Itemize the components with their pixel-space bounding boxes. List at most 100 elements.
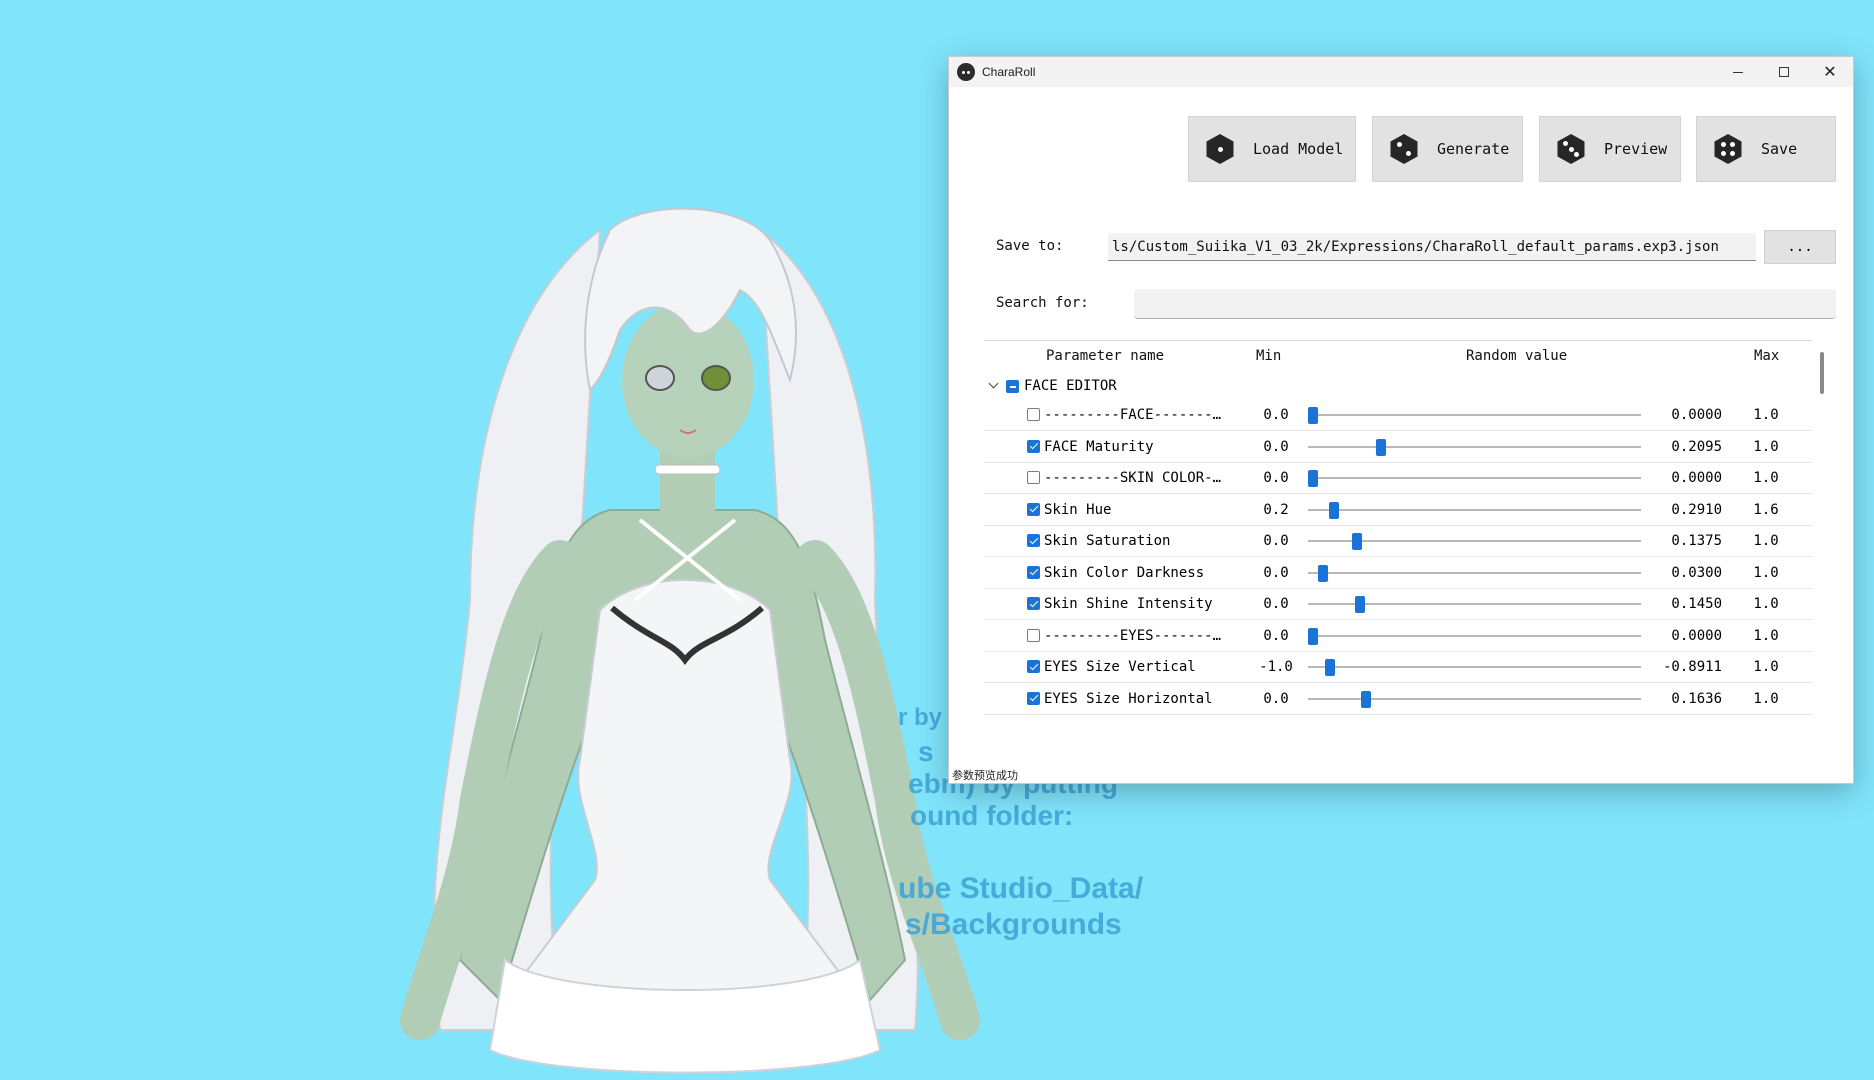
parameter-max[interactable]: 1.0 bbox=[1740, 470, 1792, 486]
parameter-max[interactable]: 1.0 bbox=[1740, 596, 1792, 612]
generate-button[interactable]: Generate bbox=[1372, 116, 1523, 182]
parameter-name: Skin Color Darkness bbox=[1044, 564, 1205, 581]
parameter-row[interactable]: EYES Size Vertical -1.0 -0.8911 1.0 bbox=[984, 652, 1812, 683]
search-label: Search for: bbox=[996, 295, 1089, 311]
random-value-slider-thumb[interactable] bbox=[1360, 690, 1371, 708]
parameter-checkbox[interactable] bbox=[1027, 408, 1040, 421]
parameter-row[interactable]: Skin Color Darkness 0.0 0.0300 1.0 bbox=[984, 558, 1812, 589]
parameter-max[interactable]: 1.0 bbox=[1740, 691, 1792, 707]
random-value-slider-track[interactable] bbox=[1308, 508, 1641, 511]
parameter-max[interactable]: 1.0 bbox=[1740, 659, 1792, 675]
browse-button[interactable]: ... bbox=[1764, 230, 1836, 264]
random-value-slider-thumb[interactable] bbox=[1317, 564, 1328, 582]
random-value-slider-track[interactable] bbox=[1308, 634, 1641, 637]
parameter-max[interactable]: 1.6 bbox=[1740, 502, 1792, 518]
parameter-row[interactable]: EYES Size Horizontal 0.0 0.1636 1.0 bbox=[984, 684, 1812, 715]
maximize-button[interactable] bbox=[1761, 57, 1807, 87]
background-hint-line: r by bbox=[898, 704, 943, 731]
random-value-slider-track[interactable] bbox=[1308, 414, 1641, 416]
random-value-slider-thumb[interactable] bbox=[1375, 438, 1386, 456]
status-text: 参数预览成功 bbox=[952, 769, 1018, 782]
parameter-min[interactable]: 0.2 bbox=[1248, 502, 1304, 518]
parameter-name: EYES Size Horizontal bbox=[1044, 690, 1213, 707]
parameter-row[interactable]: ---------FACE------------ 0.0 0.0000 1.0 bbox=[984, 400, 1812, 431]
random-value-slider-track[interactable] bbox=[1308, 666, 1641, 668]
parameter-random-value: 0.2095 bbox=[1671, 438, 1722, 455]
parameter-name: ---------SKIN COLOR------ bbox=[1044, 470, 1224, 486]
parameter-max[interactable]: 1.0 bbox=[1740, 407, 1792, 423]
random-value-slider-track[interactable] bbox=[1308, 571, 1641, 574]
parameter-checkbox[interactable] bbox=[1027, 534, 1040, 547]
parameter-min[interactable]: -1.0 bbox=[1248, 659, 1304, 675]
parameter-max[interactable]: 1.0 bbox=[1740, 628, 1792, 644]
random-value-slider-thumb[interactable] bbox=[1352, 533, 1363, 550]
parameter-min[interactable]: 0.0 bbox=[1248, 691, 1304, 707]
random-value-slider-thumb[interactable] bbox=[1308, 470, 1318, 487]
random-value-slider-thumb[interactable] bbox=[1354, 596, 1365, 613]
dice-four-icon bbox=[1714, 134, 1742, 164]
header-random-value[interactable]: Random value bbox=[1466, 348, 1567, 364]
parameter-name: Skin Hue bbox=[1044, 501, 1112, 518]
group-label: FACE EDITOR bbox=[1024, 378, 1117, 394]
parameter-name: Skin Shine Intensity bbox=[1044, 596, 1213, 612]
header-parameter-name[interactable]: Parameter name bbox=[1046, 348, 1164, 364]
header-min[interactable]: Min bbox=[1256, 348, 1281, 364]
parameter-checkbox[interactable] bbox=[1027, 660, 1040, 673]
parameter-checkbox[interactable] bbox=[1027, 439, 1040, 453]
maximize-icon bbox=[1779, 67, 1789, 77]
random-value-slider-thumb[interactable] bbox=[1308, 407, 1318, 424]
parameter-random-value: 0.0000 bbox=[1671, 470, 1722, 486]
group-checkbox[interactable] bbox=[1006, 380, 1019, 393]
dice-one-icon bbox=[1206, 134, 1234, 164]
random-value-slider-thumb[interactable] bbox=[1308, 627, 1318, 645]
save-to-label: Save to: bbox=[996, 238, 1064, 254]
parameter-checkbox[interactable] bbox=[1027, 597, 1040, 610]
parameter-min[interactable]: 0.0 bbox=[1248, 565, 1304, 581]
parameter-name: ---------FACE------------ bbox=[1044, 407, 1224, 423]
parameter-row[interactable]: ---------SKIN COLOR------ 0.0 0.0000 1.0 bbox=[984, 463, 1812, 494]
parameter-checkbox[interactable] bbox=[1027, 565, 1040, 579]
save-button[interactable]: Save bbox=[1696, 116, 1836, 182]
parameter-min[interactable]: 0.0 bbox=[1248, 439, 1304, 455]
save-path-field[interactable]: ls/Custom_Suiika_V1_03_2k/Expressions/Ch… bbox=[1108, 233, 1756, 261]
title-bar[interactable]: CharaRoll ✕ bbox=[949, 57, 1853, 87]
preview-button[interactable]: Preview bbox=[1539, 116, 1681, 182]
header-max[interactable]: Max bbox=[1754, 348, 1779, 364]
random-value-slider-thumb[interactable] bbox=[1328, 501, 1339, 519]
random-value-slider-track[interactable] bbox=[1308, 477, 1641, 479]
parameter-max[interactable]: 1.0 bbox=[1740, 439, 1792, 455]
close-icon: ✕ bbox=[1823, 62, 1837, 81]
random-value-slider-track[interactable] bbox=[1308, 697, 1641, 700]
parameter-row[interactable]: FACE Maturity 0.0 0.2095 1.0 bbox=[984, 432, 1812, 463]
tree-scrollbar[interactable] bbox=[1820, 352, 1824, 394]
search-input[interactable] bbox=[1134, 289, 1836, 319]
parameter-checkbox[interactable] bbox=[1027, 691, 1040, 705]
parameter-min[interactable]: 0.0 bbox=[1248, 407, 1304, 423]
parameter-min[interactable]: 0.0 bbox=[1248, 470, 1304, 486]
random-value-slider-thumb[interactable] bbox=[1325, 659, 1336, 676]
chevron-down-icon[interactable] bbox=[988, 378, 999, 389]
load-model-button[interactable]: Load Model bbox=[1188, 116, 1356, 182]
parameter-max[interactable]: 1.0 bbox=[1740, 565, 1792, 581]
parameter-max[interactable]: 1.0 bbox=[1740, 533, 1792, 549]
parameter-row[interactable]: Skin Shine Intensity 0.0 0.1450 1.0 bbox=[984, 589, 1812, 620]
parameter-name: EYES Size Vertical bbox=[1044, 659, 1196, 675]
parameter-min[interactable]: 0.0 bbox=[1248, 628, 1304, 644]
parameter-row[interactable]: ---------EYES------------ 0.0 0.0000 1.0 bbox=[984, 621, 1812, 652]
parameter-checkbox[interactable] bbox=[1027, 471, 1040, 484]
random-value-slider-track[interactable] bbox=[1308, 445, 1641, 448]
parameter-row[interactable]: Skin Saturation 0.0 0.1375 1.0 bbox=[984, 526, 1812, 557]
close-button[interactable]: ✕ bbox=[1807, 57, 1853, 87]
minimize-button[interactable] bbox=[1715, 57, 1761, 87]
background-hint-line: ube Studio_Data/ bbox=[898, 872, 1144, 905]
parameter-checkbox[interactable] bbox=[1027, 502, 1040, 516]
parameter-row[interactable]: Skin Hue 0.2 0.2910 1.6 bbox=[984, 495, 1812, 526]
parameter-random-value: 0.1636 bbox=[1671, 690, 1722, 707]
parameter-min[interactable]: 0.0 bbox=[1248, 596, 1304, 612]
group-face-editor[interactable]: FACE EDITOR bbox=[984, 374, 1812, 400]
parameter-checkbox[interactable] bbox=[1027, 628, 1040, 642]
parameter-name: Skin Saturation bbox=[1044, 533, 1171, 549]
save-label: Save bbox=[1761, 140, 1798, 158]
window-title: CharaRoll bbox=[982, 65, 1036, 79]
parameter-min[interactable]: 0.0 bbox=[1248, 533, 1304, 549]
